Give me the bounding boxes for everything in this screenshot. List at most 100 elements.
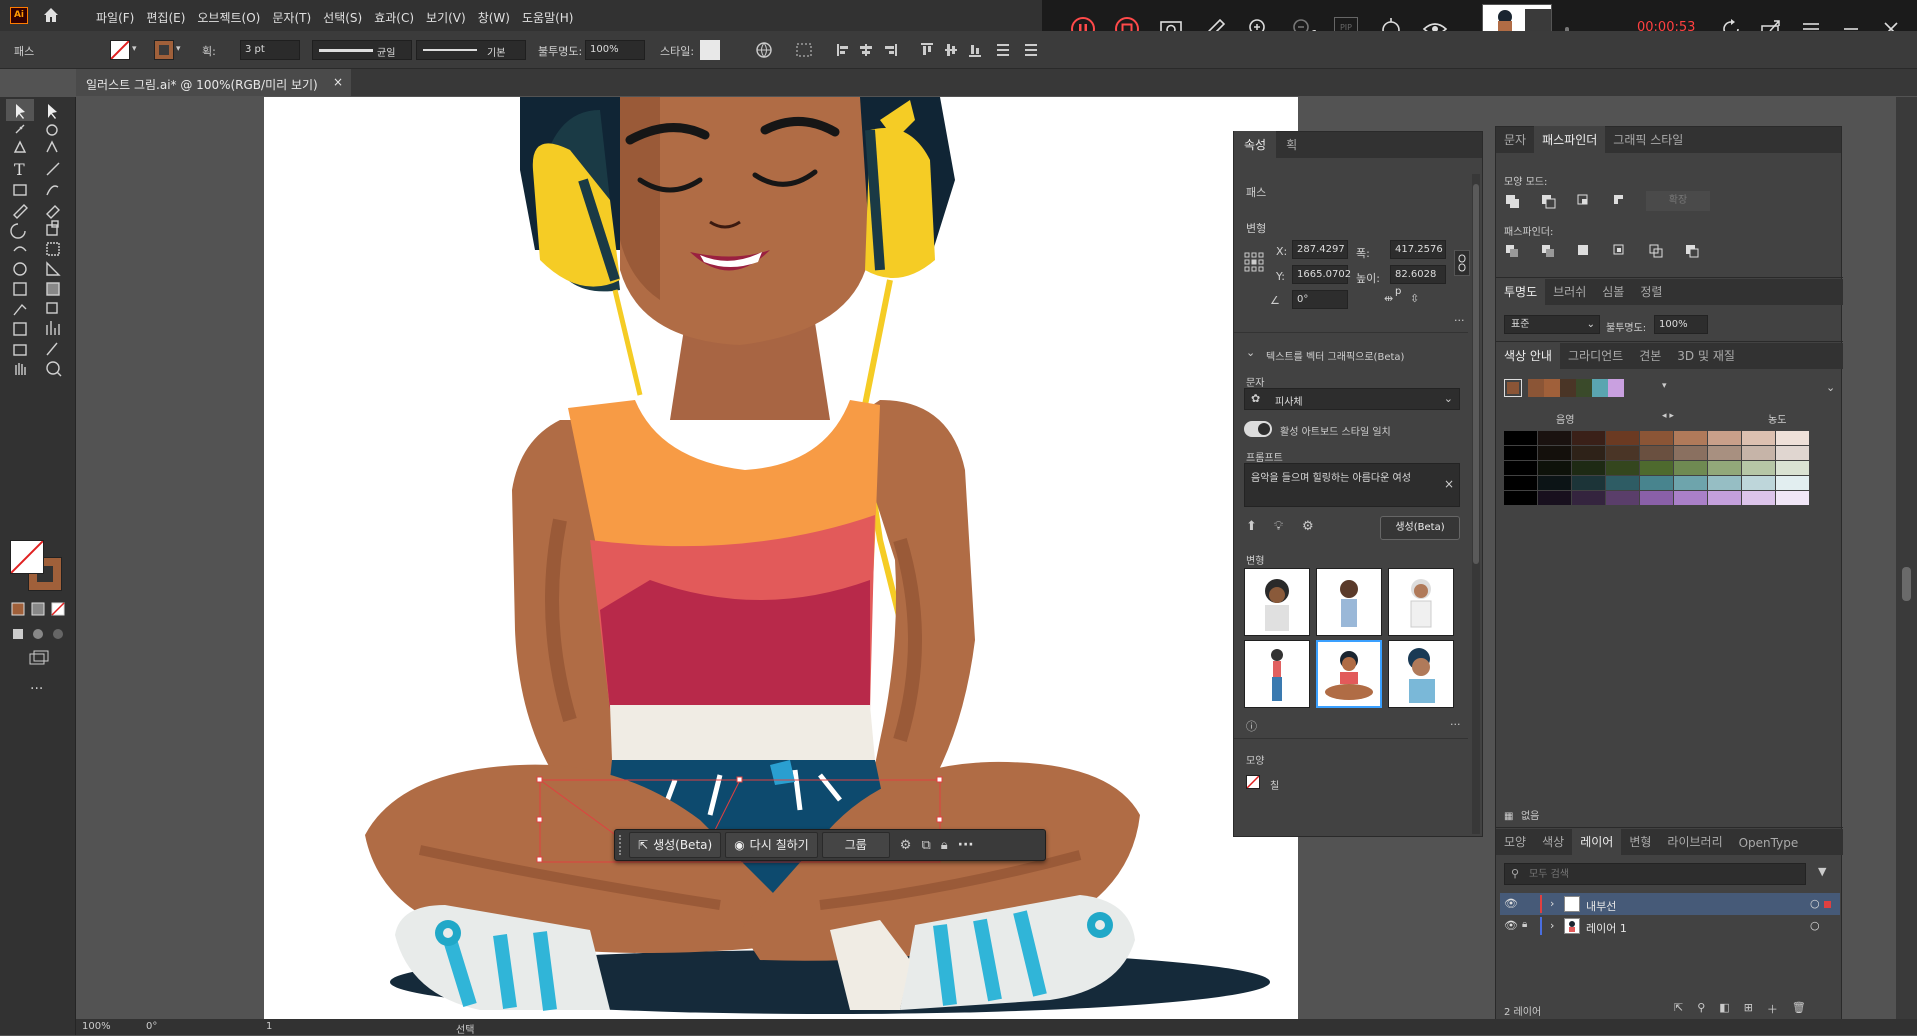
variation-thumb-6[interactable]: [1388, 640, 1454, 708]
align-buttons[interactable]: [835, 41, 1065, 59]
color-cell[interactable]: [1640, 476, 1673, 490]
x-field[interactable]: 287.4297: [1292, 240, 1348, 259]
duplicate-icon[interactable]: ⧉: [921, 838, 930, 853]
color-cell[interactable]: [1572, 476, 1605, 490]
color-cell[interactable]: [1538, 491, 1571, 505]
pathfinder-buttons[interactable]: [1504, 243, 1714, 259]
locate-icon[interactable]: ⚲: [1697, 1001, 1705, 1017]
tab-graphic-styles[interactable]: 그래픽 스타일: [1605, 126, 1691, 153]
color-cell[interactable]: [1572, 446, 1605, 460]
tab-layers[interactable]: 레이어: [1572, 828, 1622, 855]
menu-type[interactable]: 문자(T): [266, 9, 317, 26]
clear-icon[interactable]: ×: [1444, 477, 1454, 491]
match-style-toggle[interactable]: [1244, 421, 1272, 437]
artboard-number[interactable]: 1: [266, 1021, 272, 1032]
more-options-icon[interactable]: ···: [1450, 718, 1461, 731]
color-cell[interactable]: [1776, 476, 1809, 490]
delete-icon[interactable]: 🗑︎: [1792, 1001, 1806, 1017]
color-cell[interactable]: [1504, 446, 1537, 460]
flip-vertical-icon[interactable]: ⇳: [1410, 292, 1419, 305]
color-cell[interactable]: [1674, 461, 1707, 475]
align-to-icon[interactable]: [795, 41, 815, 59]
canvas-vertical-scrollbar[interactable]: [1896, 97, 1917, 1019]
tab-3d-materials[interactable]: 3D 및 재질: [1669, 342, 1743, 369]
reference-point-icon[interactable]: [1244, 252, 1264, 272]
variation-thumb-5[interactable]: [1316, 640, 1382, 708]
prompt-input[interactable]: 음악을 들으며 힐링하는 아름다운 여성 ×: [1244, 463, 1460, 507]
transparency-opacity-field[interactable]: 100%: [1654, 315, 1708, 334]
color-cell[interactable]: [1742, 446, 1775, 460]
tab-color-guide[interactable]: 색상 안내: [1496, 342, 1560, 369]
color-cell[interactable]: [1538, 476, 1571, 490]
color-cell[interactable]: [1742, 491, 1775, 505]
y-field[interactable]: 1665.0702: [1292, 265, 1351, 284]
color-cell[interactable]: [1538, 446, 1571, 460]
stroke-weight-field[interactable]: 3 pt: [240, 40, 300, 60]
info-icon[interactable]: ⓘ: [1246, 718, 1257, 734]
tab-pathfinder[interactable]: 패스파인더: [1534, 126, 1606, 153]
stroke-profile-select[interactable]: 균일: [312, 40, 412, 60]
selection-indicator[interactable]: [1824, 901, 1831, 908]
variation-thumb-2[interactable]: [1316, 568, 1382, 636]
color-cell[interactable]: [1572, 431, 1605, 445]
width-field[interactable]: 417.2576: [1390, 240, 1446, 259]
color-cell[interactable]: [1708, 431, 1741, 445]
color-cell[interactable]: [1538, 461, 1571, 475]
screen-mode-icon[interactable]: [28, 650, 50, 668]
color-cell[interactable]: [1504, 431, 1537, 445]
menu-select[interactable]: 선택(S): [317, 9, 368, 26]
color-cell[interactable]: [1708, 476, 1741, 490]
home-icon[interactable]: [42, 6, 60, 24]
color-cell[interactable]: [1674, 491, 1707, 505]
color-cell[interactable]: [1674, 431, 1707, 445]
color-cell[interactable]: [1606, 431, 1639, 445]
color-cell[interactable]: [1572, 491, 1605, 505]
color-cell[interactable]: [1504, 476, 1537, 490]
style-picker-icon[interactable]: ⬆: [1246, 519, 1257, 534]
chevron-down-icon[interactable]: ▾: [176, 44, 181, 54]
tab-transparency[interactable]: 투명도: [1496, 278, 1546, 305]
color-cell[interactable]: [1776, 461, 1809, 475]
tab-stroke[interactable]: 획: [1276, 131, 1307, 158]
grid-icon[interactable]: ▦: [1504, 811, 1513, 822]
target-icon[interactable]: ○: [1810, 919, 1820, 932]
generate-beta-button[interactable]: 생성(Beta): [1380, 516, 1460, 540]
layers-search[interactable]: ⚲: [1504, 863, 1806, 885]
color-cell[interactable]: [1674, 446, 1707, 460]
color-guide-grid[interactable]: [1504, 431, 1810, 506]
color-cell[interactable]: [1538, 431, 1571, 445]
color-cell[interactable]: [1742, 431, 1775, 445]
fill-swatch[interactable]: [110, 40, 130, 60]
layer-row[interactable]: 👁︎ › 내부선 ○: [1500, 893, 1840, 915]
color-cell[interactable]: [1640, 446, 1673, 460]
variation-thumb-1[interactable]: [1244, 568, 1310, 636]
color-cell[interactable]: [1572, 461, 1605, 475]
draw-mode-buttons[interactable]: [10, 627, 70, 641]
type-select[interactable]: ✿ 피사체 ⌄: [1244, 388, 1460, 410]
menu-effect[interactable]: 효과(C): [368, 9, 420, 26]
export-icon[interactable]: ⇱: [1674, 1001, 1683, 1017]
harmony-colors[interactable]: [1528, 379, 1648, 397]
fill-none-swatch[interactable]: [1246, 775, 1260, 789]
lock-icon[interactable]: 🔒︎: [1522, 919, 1527, 930]
flip-horizontal-icon[interactable]: ⇹: [1384, 292, 1393, 305]
color-cell[interactable]: [1776, 431, 1809, 445]
layer-row[interactable]: 👁︎ 🔒︎ › 레이어 1 ○: [1500, 915, 1840, 937]
tab-symbols[interactable]: 심볼: [1594, 278, 1632, 305]
color-cell[interactable]: [1640, 431, 1673, 445]
color-cell[interactable]: [1606, 461, 1639, 475]
menu-object[interactable]: 오브젝트(O): [191, 9, 266, 26]
color-cell[interactable]: [1606, 476, 1639, 490]
group-button[interactable]: 그룹: [821, 832, 890, 858]
zoom-field[interactable]: 100%: [82, 1021, 111, 1032]
new-layer-icon[interactable]: ＋: [1767, 1001, 1778, 1017]
color-cell[interactable]: [1742, 476, 1775, 490]
layers-search-input[interactable]: [1529, 866, 1799, 882]
variation-thumb-3[interactable]: [1388, 568, 1454, 636]
tab-character[interactable]: 문자: [1496, 126, 1534, 153]
color-cell[interactable]: [1742, 461, 1775, 475]
lock-icon[interactable]: 🔒︎: [941, 838, 948, 853]
height-field[interactable]: 82.6028 p: [1390, 265, 1446, 297]
chevron-right-icon[interactable]: ›: [1550, 897, 1554, 910]
new-sublayer-icon[interactable]: ⊞: [1744, 1001, 1753, 1017]
